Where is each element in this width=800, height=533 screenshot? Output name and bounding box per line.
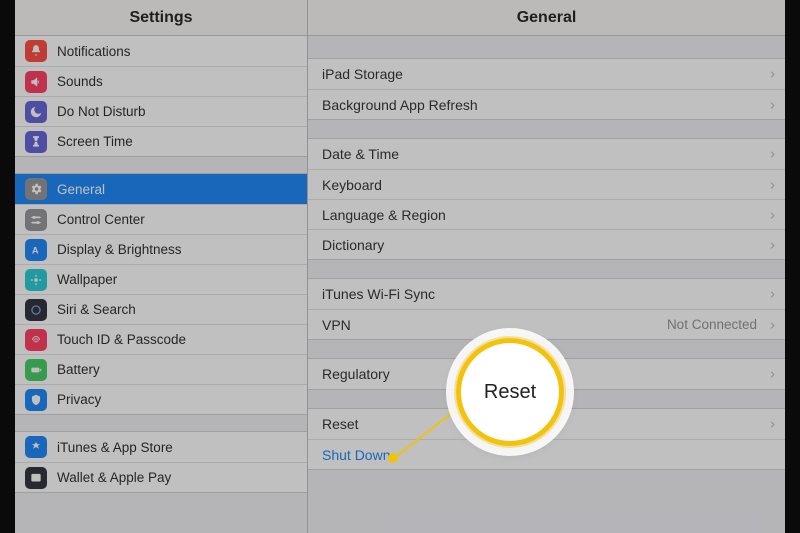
callout-dot xyxy=(388,453,398,463)
callout-annotation: Reset xyxy=(0,0,800,533)
callout-ring xyxy=(456,338,564,446)
stage: Settings Notifications Sounds xyxy=(0,0,800,533)
